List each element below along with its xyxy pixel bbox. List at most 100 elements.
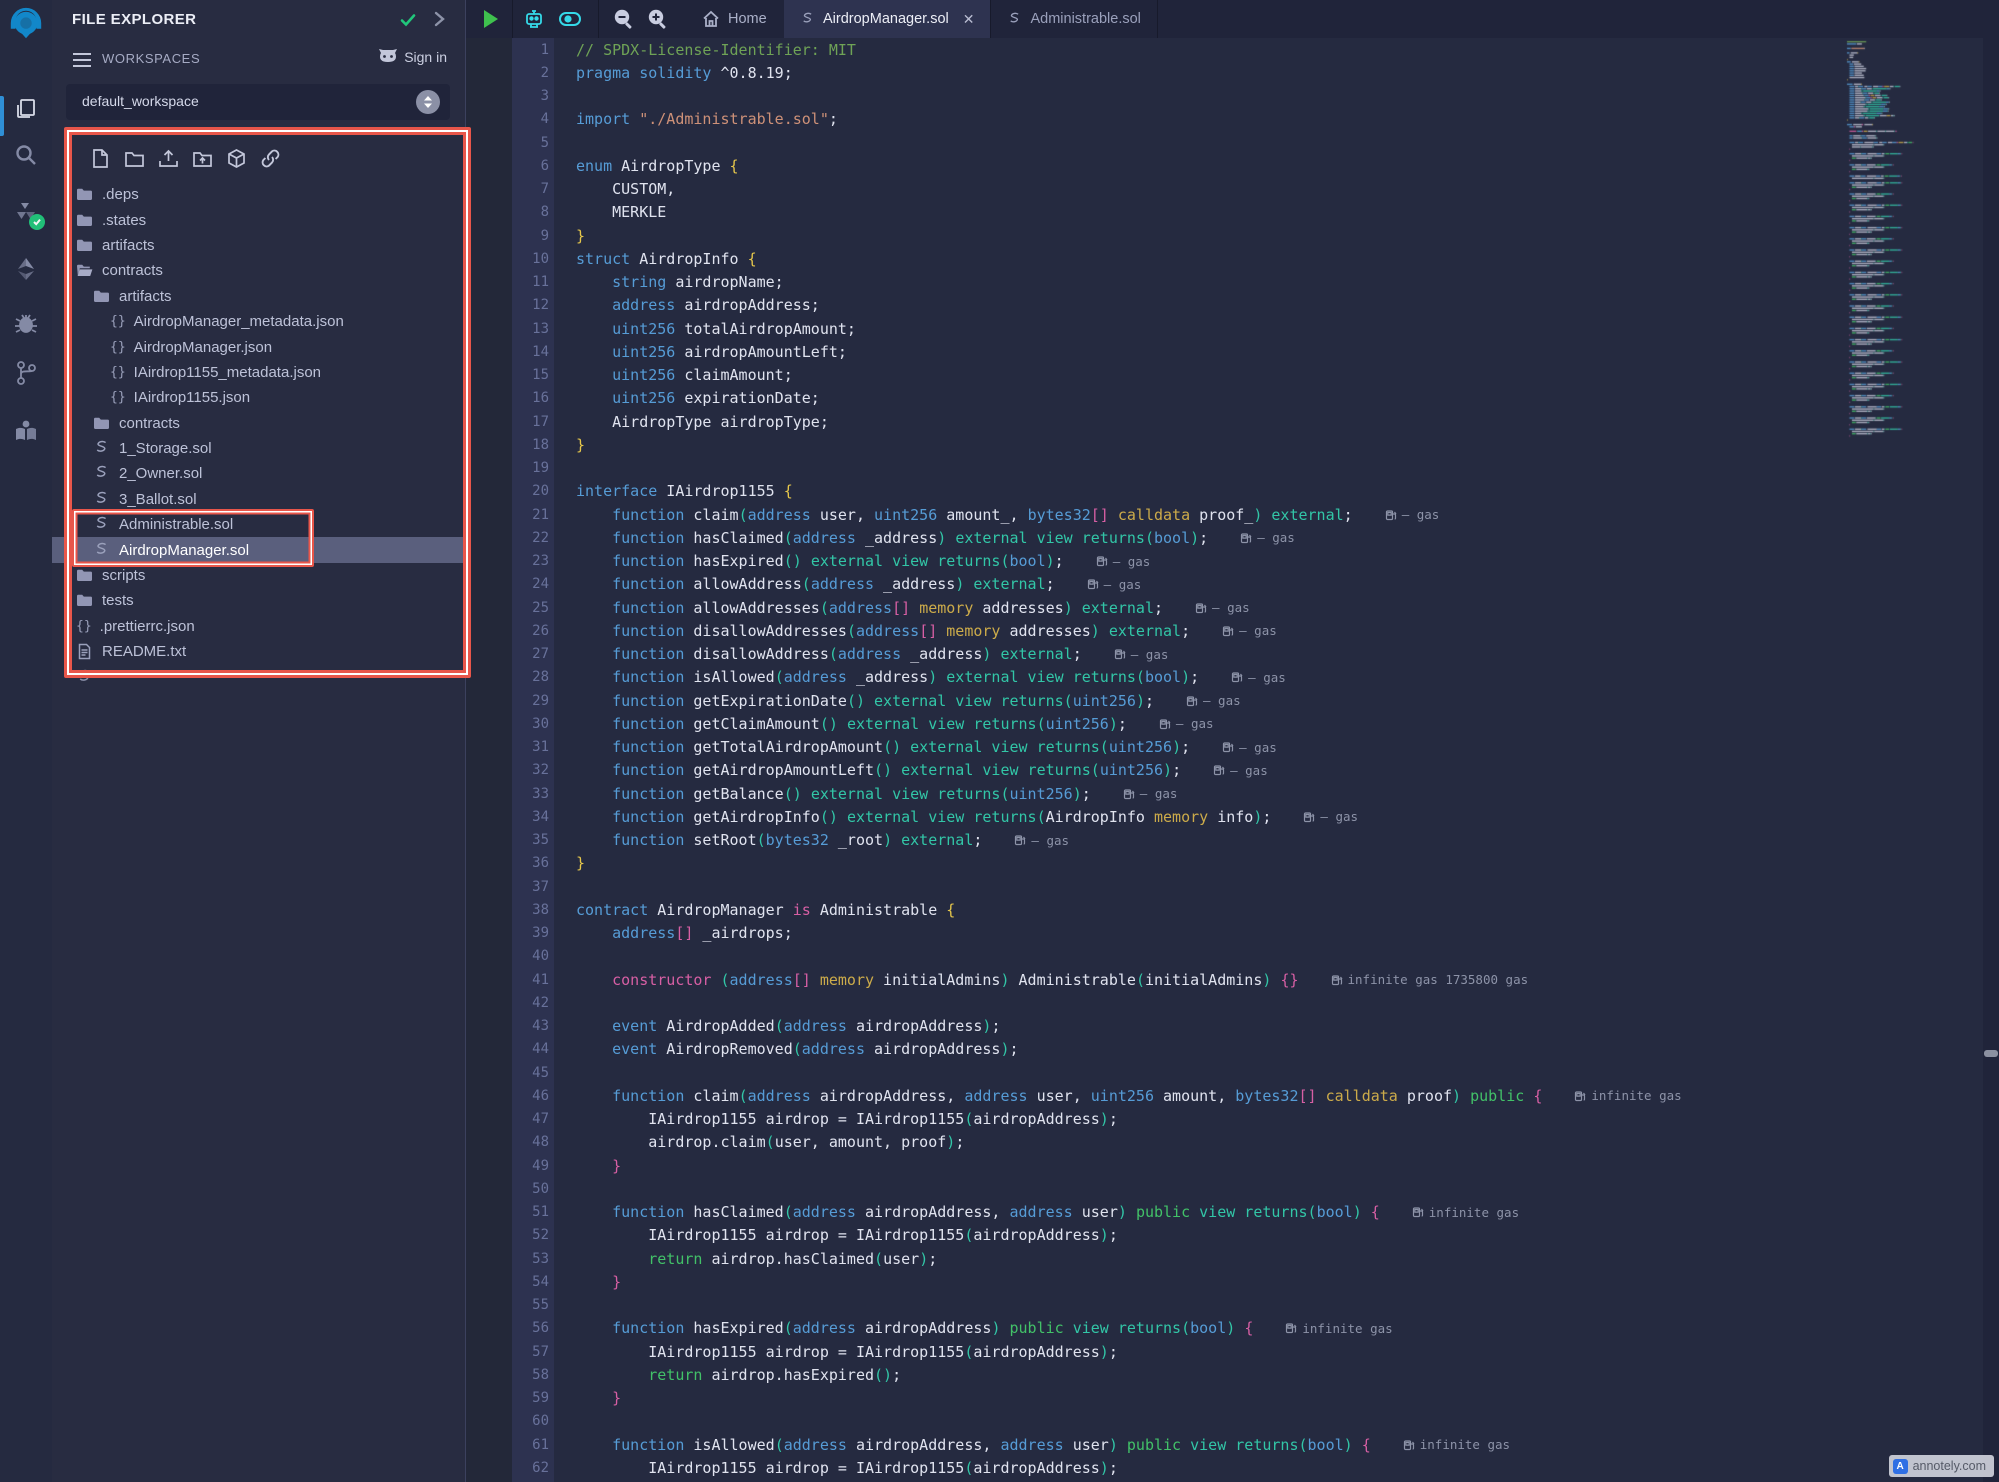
file-explorer-icon[interactable] [13,96,39,122]
remix-logo[interactable] [7,6,45,44]
code-line[interactable]: 24 function allowAddress(address _addres… [466,573,1843,596]
upload-folder-icon[interactable] [192,148,213,169]
tree-item-IAirdrop1155_metadata.json[interactable]: {}IAirdrop1155_metadata.json [52,360,465,385]
code-line[interactable]: 49 } [466,1154,1843,1177]
code-line[interactable]: 32 function getAirdropAmountLeft() exter… [466,759,1843,782]
code-line[interactable]: 58 return airdrop.hasExpired(); [466,1363,1843,1386]
tree-item-.deps[interactable]: .deps [52,182,465,207]
code-line[interactable]: 2pragma solidity ^0.8.19; [466,61,1843,84]
minimap[interactable] [1843,38,1983,1482]
tree-item-.states[interactable]: .states [52,207,465,232]
code-line[interactable]: 41 constructor (address[] memory initial… [466,968,1843,991]
toggle-icon[interactable] [558,7,582,31]
new-folder-icon[interactable] [124,148,145,169]
code-line[interactable]: 38contract AirdropManager is Administrab… [466,898,1843,921]
workspace-sort-icon[interactable] [416,90,440,114]
tab-Administrable.sol[interactable]: Administrable.sol [991,0,1157,38]
code-line[interactable]: 10struct AirdropInfo { [466,247,1843,270]
code-line[interactable]: 56 function hasExpired(address airdropAd… [466,1317,1843,1340]
code-line[interactable]: 19 [466,457,1843,480]
code-line[interactable]: 57 IAirdrop1155 airdrop = IAirdrop1155(a… [466,1340,1843,1363]
run-play-icon[interactable] [478,7,502,31]
tree-item-scripts[interactable]: scripts [52,563,465,588]
tree-item-2_Owner.sol[interactable]: 2_Owner.sol [52,461,465,486]
tree-item-README.txt[interactable]: README.txt [52,639,465,664]
tree-item-AirdropManager_metadata.json[interactable]: {}AirdropManager_metadata.json [52,309,465,334]
link-icon[interactable] [260,148,281,169]
code-line[interactable]: 9} [466,224,1843,247]
tree-item-IAirdrop1155.json[interactable]: {}IAirdrop1155.json [52,385,465,410]
code-line[interactable]: 13 uint256 totalAirdropAmount; [466,317,1843,340]
zoom-out-icon[interactable] [612,7,636,31]
code-line[interactable]: 35 function setRoot(bytes32 _root) exter… [466,829,1843,852]
code-line[interactable]: 12 address airdropAddress; [466,294,1843,317]
code-line[interactable]: 45 [466,1061,1843,1084]
code-line[interactable]: 30 function getClaimAmount() external vi… [466,712,1843,735]
code-line[interactable]: 36} [466,852,1843,875]
tree-item-contracts[interactable]: contracts [52,411,465,436]
code-editor[interactable]: 1// SPDX-License-Identifier: MIT2pragma … [466,38,1843,1482]
code-line[interactable]: 8 MERKLE [466,201,1843,224]
tree-item[interactable] [52,664,465,689]
hamburger-menu-icon[interactable] [72,52,92,68]
tab-AirdropManager.sol[interactable]: AirdropManager.sol✕ [784,0,991,38]
tree-item-tests[interactable]: tests [52,588,465,613]
scrollbar-thumb[interactable] [1984,1050,1998,1057]
code-line[interactable]: 40 [466,945,1843,968]
code-line[interactable]: 15 uint256 claimAmount; [466,364,1843,387]
code-line[interactable]: 53 return airdrop.hasClaimed(user); [466,1247,1843,1270]
code-line[interactable]: 61 function isAllowed(address airdropAdd… [466,1433,1843,1456]
code-line[interactable]: 3 [466,85,1843,108]
tree-item-.prettierrc.json[interactable]: {}.prettierrc.json [52,614,465,639]
code-line[interactable]: 39 address[] _airdrops; [466,922,1843,945]
tree-item-AirdropManager.json[interactable]: {}AirdropManager.json [52,334,465,359]
tree-item-AirdropManager.sol[interactable]: AirdropManager.sol [52,537,465,562]
code-line[interactable]: 4import "./Administrable.sol"; [466,108,1843,131]
new-file-icon[interactable] [90,148,111,169]
code-line[interactable]: 44 event AirdropRemoved(address airdropA… [466,1038,1843,1061]
tree-item-Administrable.sol[interactable]: Administrable.sol [52,512,465,537]
code-line[interactable]: 54 } [466,1270,1843,1293]
solidity-compiler-icon[interactable] [13,200,39,226]
code-line[interactable]: 62 IAirdrop1155 airdrop = IAirdrop1155(a… [466,1456,1843,1479]
code-line[interactable]: 43 event AirdropAdded(address airdropAdd… [466,1015,1843,1038]
code-line[interactable]: 18} [466,433,1843,456]
deploy-run-icon[interactable] [13,256,39,282]
code-line[interactable]: 7 CUSTOM, [466,178,1843,201]
code-line[interactable]: 47 IAirdrop1155 airdrop = IAirdrop1155(a… [466,1108,1843,1131]
remixai-robot-icon[interactable] [522,7,546,31]
code-line[interactable]: 29 function getExpirationDate() external… [466,689,1843,712]
learneth-icon[interactable] [13,418,39,444]
debugger-icon[interactable] [13,310,39,336]
code-line[interactable]: 25 function allowAddresses(address[] mem… [466,596,1843,619]
code-line[interactable]: 20interface IAirdrop1155 { [466,480,1843,503]
code-line[interactable]: 55 [466,1294,1843,1317]
code-line[interactable]: 17 AirdropType airdropType; [466,410,1843,433]
code-line[interactable]: 1// SPDX-License-Identifier: MIT [466,38,1843,61]
code-line[interactable]: 6enum AirdropType { [466,154,1843,177]
code-line[interactable]: 31 function getTotalAirdropAmount() exte… [466,736,1843,759]
search-icon[interactable] [13,142,39,168]
tree-item-contracts[interactable]: contracts [52,258,465,283]
workspace-select[interactable]: default_workspace [66,84,450,120]
code-line[interactable]: 16 uint256 expirationDate; [466,387,1843,410]
code-line[interactable]: 28 function isAllowed(address _address) … [466,666,1843,689]
code-line[interactable]: 48 airdrop.claim(user, amount, proof); [466,1131,1843,1154]
code-line[interactable]: 27 function disallowAddress(address _add… [466,643,1843,666]
code-line[interactable]: 51 function hasClaimed(address airdropAd… [466,1201,1843,1224]
code-line[interactable]: 50 [466,1177,1843,1200]
ipfs-box-icon[interactable] [226,148,247,169]
upload-file-icon[interactable] [158,148,179,169]
code-line[interactable]: 22 function hasClaimed(address _address)… [466,526,1843,549]
code-line[interactable]: 37 [466,875,1843,898]
tab-home[interactable]: Home [688,0,781,38]
code-line[interactable]: 60 [466,1410,1843,1433]
tree-item-1_Storage.sol[interactable]: 1_Storage.sol [52,436,465,461]
collapse-panel-chevron-icon[interactable] [430,10,448,28]
close-tab-icon[interactable]: ✕ [963,11,975,28]
github-signin-button[interactable]: Sign in [378,48,447,65]
code-line[interactable]: 14 uint256 airdropAmountLeft; [466,340,1843,363]
code-line[interactable]: 34 function getAirdropInfo() external vi… [466,805,1843,828]
code-line[interactable]: 46 function claim(address airdropAddress… [466,1084,1843,1107]
tree-item-artifacts[interactable]: artifacts [52,233,465,258]
